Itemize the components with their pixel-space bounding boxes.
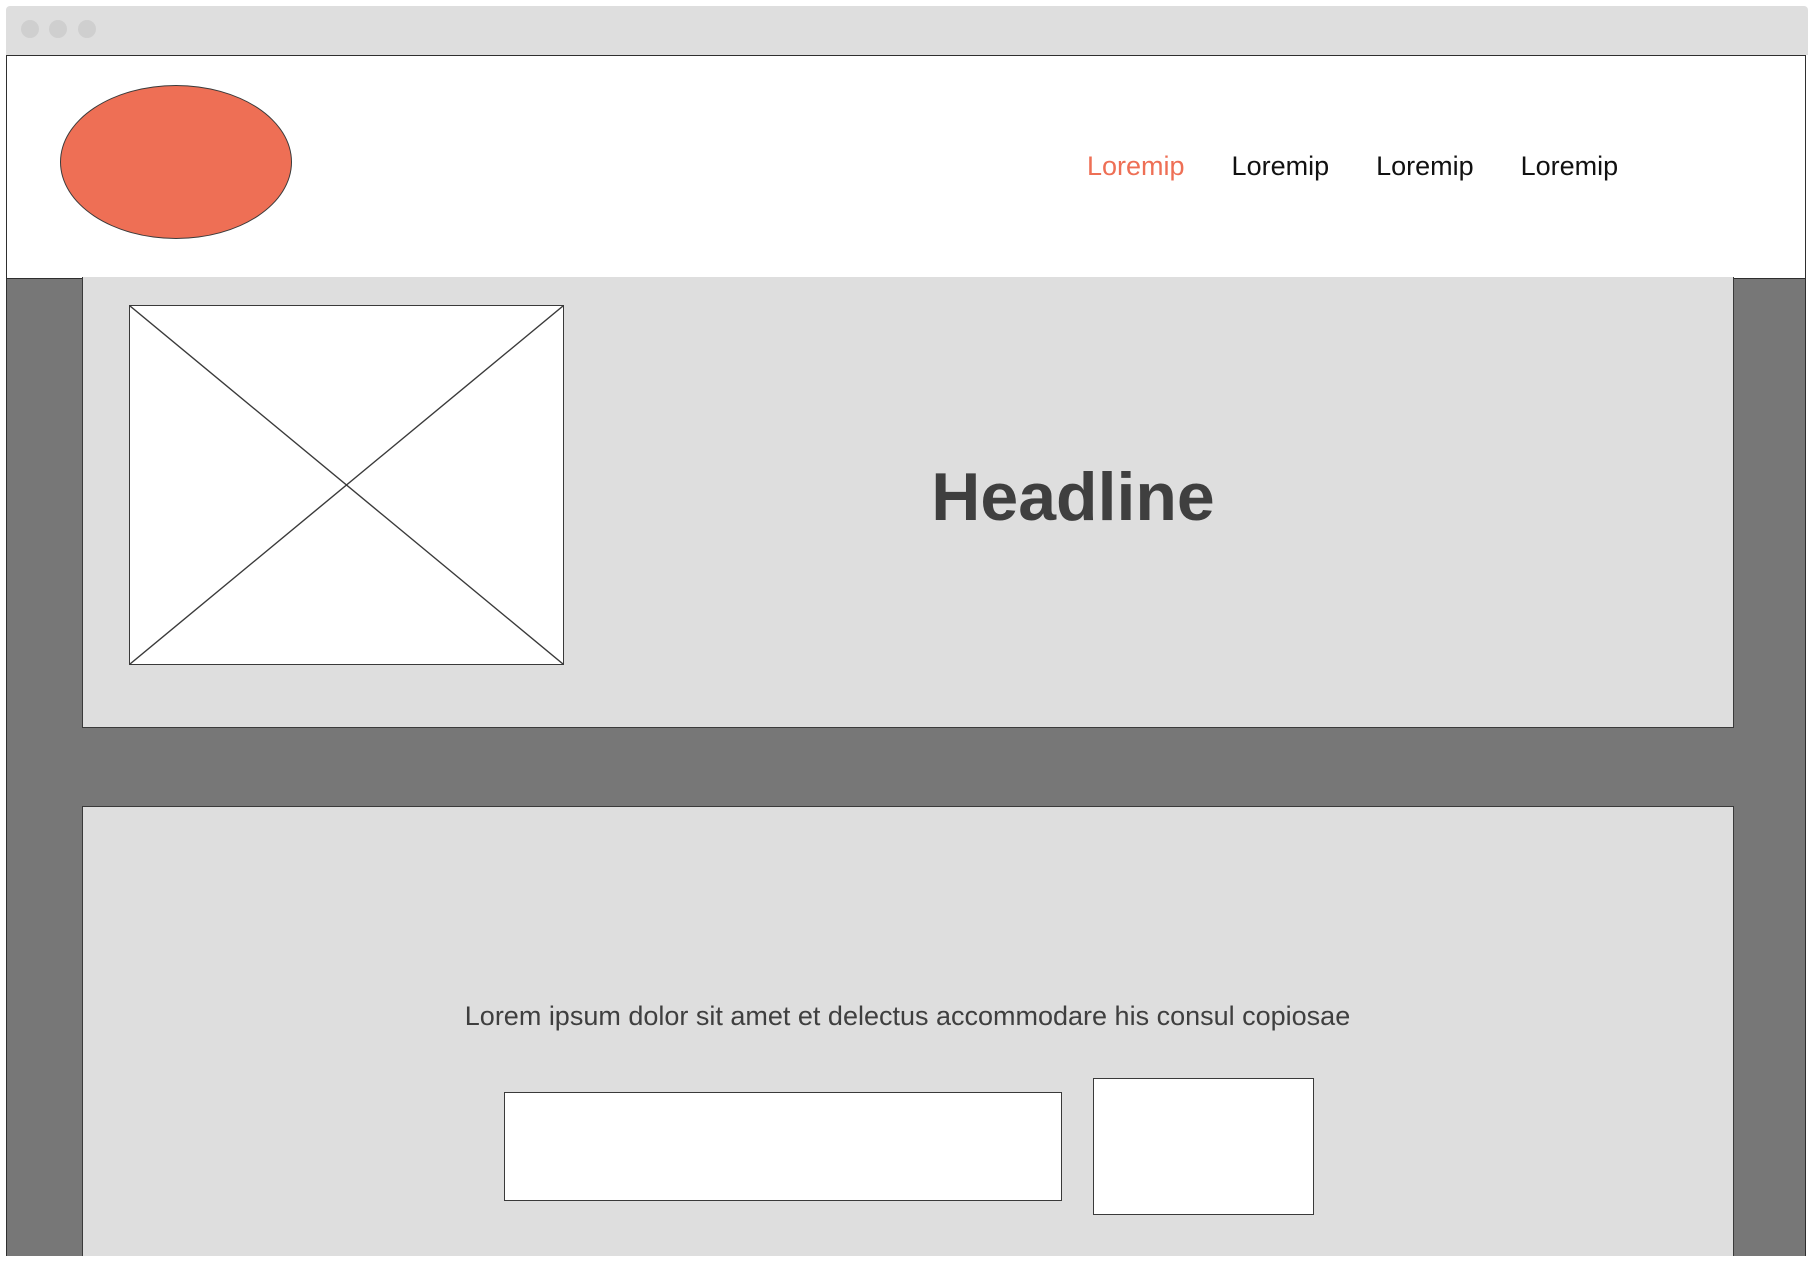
nav-item-1[interactable]: Loremip (1087, 150, 1185, 182)
browser-window: Loremip Loremip Loremip Loremip Headline… (6, 6, 1808, 1256)
image-placeholder (129, 305, 564, 665)
email-field[interactable] (504, 1092, 1062, 1201)
window-dot-icon[interactable] (21, 20, 39, 38)
main-navigation: Loremip Loremip Loremip Loremip (1087, 150, 1618, 182)
nav-item-2[interactable]: Loremip (1232, 150, 1330, 182)
nav-item-3[interactable]: Loremip (1376, 150, 1474, 182)
window-dot-icon[interactable] (78, 20, 96, 38)
hero-section: Headline (82, 277, 1734, 728)
hero-headline: Headline (931, 459, 1215, 535)
signup-section: Lorem ipsum dolor sit amet et delectus a… (82, 806, 1734, 1256)
logo[interactable] (60, 85, 292, 239)
page-content: Headline Lorem ipsum dolor sit amet et d… (6, 277, 1806, 1256)
window-titlebar (6, 6, 1808, 55)
signup-description: Lorem ipsum dolor sit amet et delectus a… (464, 1001, 1351, 1031)
submit-button[interactable] (1093, 1078, 1314, 1215)
site-header: Loremip Loremip Loremip Loremip (6, 55, 1806, 279)
image-placeholder-icon (130, 306, 563, 664)
window-dot-icon[interactable] (49, 20, 67, 38)
nav-item-4[interactable]: Loremip (1521, 150, 1619, 182)
